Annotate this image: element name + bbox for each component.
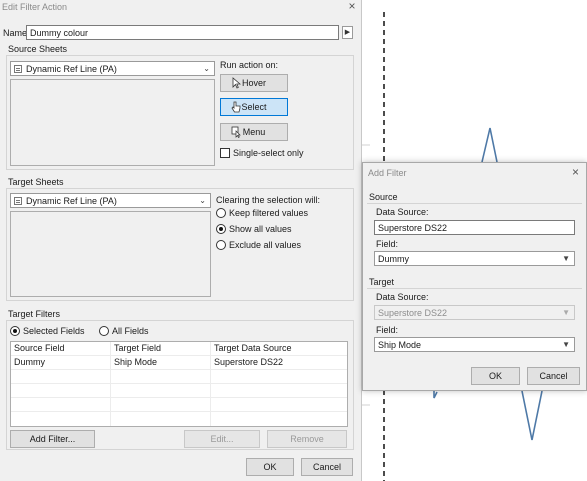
target-filters-legend: Target Filters	[8, 309, 61, 319]
target-sheet-dropdown[interactable]: Dynamic Ref Line (PA) ⌄	[10, 193, 211, 208]
source-field-value: Dummy	[378, 254, 409, 264]
target-field-label: Field:	[376, 325, 399, 335]
chevron-down-icon: ▼	[562, 340, 570, 349]
add-filter-button[interactable]: Add Filter...	[10, 430, 95, 448]
filters-table[interactable]: Source Field Target Field Target Data So…	[10, 341, 348, 427]
target-data-source-label: Data Source:	[376, 292, 429, 302]
edit-filter-action-dialog: Edit Filter Action × Name: Dummy colour …	[0, 0, 362, 481]
close-icon[interactable]: ×	[572, 165, 579, 179]
hand-pointer-icon	[231, 101, 241, 113]
worksheet-icon	[14, 197, 22, 205]
selected-fields-radio[interactable]	[10, 326, 20, 336]
add-filter-dialog: Add Filter × Source Data Source: Superst…	[362, 162, 587, 391]
divider	[367, 288, 582, 289]
source-sheets-legend: Source Sheets	[8, 44, 68, 54]
remove-filter-button[interactable]: Remove	[267, 430, 347, 448]
add-filter-cancel-button[interactable]: Cancel	[527, 367, 580, 385]
target-data-source-value: Superstore DS22	[378, 308, 448, 318]
source-field-dropdown[interactable]: Dummy ▼	[374, 251, 575, 266]
name-input[interactable]: Dummy colour	[26, 25, 339, 40]
edit-filter-button[interactable]: Edit...	[184, 430, 260, 448]
chevron-down-icon: ⌄	[199, 196, 206, 205]
source-sheet-selected: Dynamic Ref Line (PA)	[26, 64, 117, 74]
source-sheet-dropdown[interactable]: Dynamic Ref Line (PA) ⌄	[10, 61, 215, 76]
pointer-icon	[232, 77, 241, 89]
table-header-row: Source Field Target Field Target Data So…	[11, 342, 347, 356]
show-all-radio[interactable]	[216, 224, 226, 234]
table-row-empty	[11, 398, 347, 412]
target-sheets-list[interactable]	[10, 211, 211, 297]
exclude-all-radio[interactable]	[216, 240, 226, 250]
run-on-hover-button[interactable]: Hover	[220, 74, 288, 92]
source-data-source-field: Superstore DS22	[374, 220, 575, 235]
target-field-value: Ship Mode	[378, 340, 422, 350]
target-field-dropdown[interactable]: Ship Mode ▼	[374, 337, 575, 352]
column-header: Source Field	[11, 342, 111, 356]
series-line-bottom	[433, 390, 438, 399]
table-row-empty	[11, 384, 347, 398]
run-on-select-button[interactable]: Select	[220, 98, 288, 116]
select-label: Select	[241, 102, 267, 112]
chevron-down-icon: ▼	[562, 254, 570, 263]
target-sheets-legend: Target Sheets	[8, 177, 64, 187]
single-select-checkbox[interactable]	[220, 148, 230, 158]
run-action-label: Run action on:	[220, 60, 279, 70]
cancel-button[interactable]: Cancel	[301, 458, 353, 476]
single-select-label: Single-select only	[233, 148, 304, 158]
ok-button[interactable]: OK	[246, 458, 294, 476]
target-sheet-selected: Dynamic Ref Line (PA)	[26, 196, 117, 206]
target-legend: Target	[369, 277, 395, 287]
column-header: Target Data Source	[214, 343, 292, 353]
source-field-label: Field:	[376, 239, 399, 249]
add-filter-title: Add Filter	[368, 168, 407, 178]
selected-fields-label: Selected Fields	[23, 326, 85, 336]
all-fields-label: All Fields	[112, 326, 149, 336]
source-data-source-label: Data Source:	[376, 207, 429, 217]
clearing-label: Clearing the selection will:	[216, 195, 321, 205]
table-row-empty	[11, 412, 347, 426]
table-row-empty	[11, 370, 347, 384]
table-cell: Superstore DS22	[214, 357, 284, 367]
name-menu-arrow-icon[interactable]: ▶	[342, 26, 353, 39]
target-data-source-dropdown[interactable]: Superstore DS22 ▼	[374, 305, 575, 320]
chevron-down-icon: ▼	[562, 308, 570, 317]
table-cell: Dummy	[11, 356, 111, 370]
hover-label: Hover	[241, 78, 266, 88]
column-header: Target Field	[111, 342, 211, 356]
menu-label: Menu	[242, 127, 266, 137]
worksheet-icon	[14, 65, 22, 73]
source-legend: Source	[369, 192, 398, 202]
source-sheets-list[interactable]	[10, 79, 215, 166]
all-fields-radio[interactable]	[99, 326, 109, 336]
close-icon[interactable]: ×	[346, 0, 358, 12]
series-line-top	[481, 127, 498, 163]
dialog-title: Edit Filter Action	[2, 2, 68, 12]
series-line-bottom-right	[521, 390, 543, 441]
keep-filtered-label: Keep filtered values	[229, 208, 309, 218]
keep-filtered-radio[interactable]	[216, 208, 226, 218]
exclude-all-label: Exclude all values	[229, 240, 302, 250]
table-cell: Ship Mode	[111, 356, 211, 370]
menu-icon	[231, 126, 241, 138]
table-row[interactable]: Dummy Ship Mode Superstore DS22	[11, 356, 347, 370]
show-all-label: Show all values	[229, 224, 292, 234]
divider	[367, 203, 582, 204]
chevron-down-icon: ⌄	[203, 64, 210, 73]
run-on-menu-button[interactable]: Menu	[220, 123, 288, 141]
add-filter-ok-button[interactable]: OK	[471, 367, 520, 385]
